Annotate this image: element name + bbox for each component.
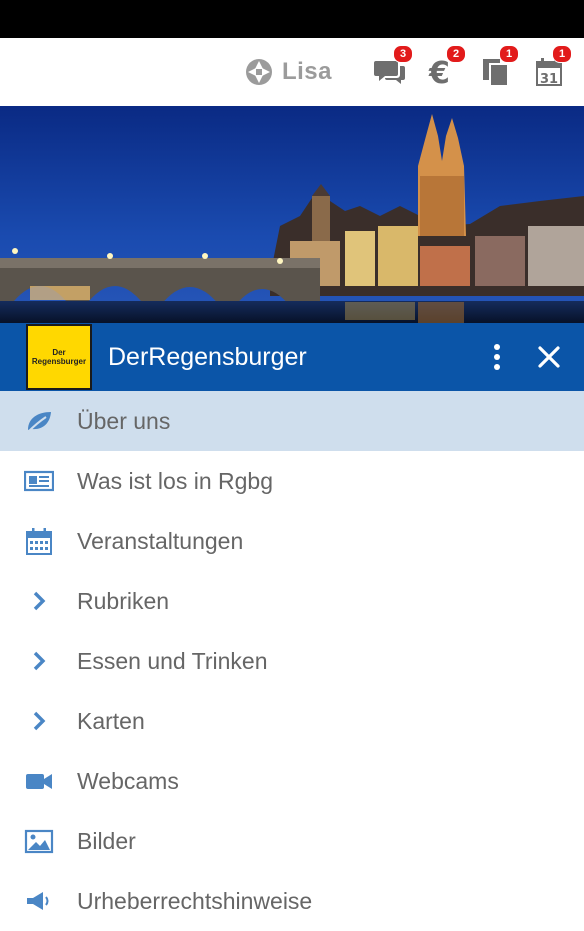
hero-image-regensburg — [0, 106, 584, 324]
documents-badge: 1 — [499, 45, 519, 63]
menu-item-webcams[interactable]: Webcams — [0, 751, 584, 811]
close-icon[interactable] — [534, 341, 564, 373]
menu-item-label: Über uns — [77, 407, 171, 434]
navigation-menu: Über uns Was ist los in Rgbg Veranstaltu… — [0, 391, 584, 931]
user-name: Lisa — [281, 58, 332, 85]
menu-item-bilder[interactable]: Bilder — [0, 811, 584, 871]
menu-item-veranstaltungen[interactable]: Veranstaltungen — [0, 511, 584, 571]
messages-badge: 3 — [393, 45, 413, 63]
menu-item-label: Veranstaltungen — [77, 527, 244, 554]
menu-item-label: Was ist los in Rgbg — [77, 467, 273, 494]
svg-text:€: € — [428, 56, 450, 89]
payments-badge: 2 — [446, 45, 466, 63]
user-account[interactable]: Lisa — [244, 57, 332, 87]
menu-item-urheberrechtshinweise[interactable]: Urheberrechtshinweise — [0, 871, 584, 931]
menu-item-label: Essen und Trinken — [77, 647, 268, 674]
image-icon — [24, 826, 54, 856]
menu-item-label: Urheberrechtshinweise — [77, 887, 313, 914]
documents-button[interactable]: 1 — [479, 45, 519, 89]
top-toolbar: Lisa 3 € 2 1 31 1 — [0, 38, 584, 106]
leaf-icon — [24, 406, 54, 436]
menu-item-was-ist-los[interactable]: Was ist los in Rgbg — [0, 451, 584, 511]
chevron-right-icon — [24, 646, 54, 676]
svg-text:31: 31 — [540, 72, 558, 87]
menu-item-label: Webcams — [77, 767, 179, 794]
calendar-button[interactable]: 31 1 — [532, 45, 572, 89]
video-camera-icon — [24, 766, 54, 796]
user-avatar-icon — [245, 59, 272, 85]
brand-header: Der Regensburger DerRegensburger — [0, 323, 584, 391]
menu-item-label: Rubriken — [77, 587, 170, 614]
logo-line-1: Der — [52, 348, 66, 357]
calendar-badge: 1 — [552, 45, 572, 63]
newspaper-icon — [24, 466, 54, 496]
chevron-right-icon — [24, 706, 54, 736]
menu-item-label: Karten — [77, 707, 145, 734]
brand-logo[interactable]: Der Regensburger — [26, 324, 92, 390]
menu-item-karten[interactable]: Karten — [0, 691, 584, 751]
menu-item-ueber-uns[interactable]: Über uns — [0, 391, 584, 451]
chevron-right-icon — [24, 586, 54, 616]
status-bar — [0, 0, 584, 38]
menu-item-rubriken[interactable]: Rubriken — [0, 571, 584, 631]
brand-name: DerRegensburger — [108, 343, 307, 371]
more-options-icon[interactable] — [482, 341, 512, 373]
messages-button[interactable]: 3 — [373, 45, 413, 89]
payments-button[interactable]: € 2 — [426, 45, 466, 89]
calendar-icon — [24, 526, 54, 556]
menu-item-essen-und-trinken[interactable]: Essen und Trinken — [0, 631, 584, 691]
menu-item-label: Bilder — [77, 827, 136, 854]
logo-line-2: Regensburger — [31, 357, 87, 366]
megaphone-icon — [24, 886, 54, 916]
